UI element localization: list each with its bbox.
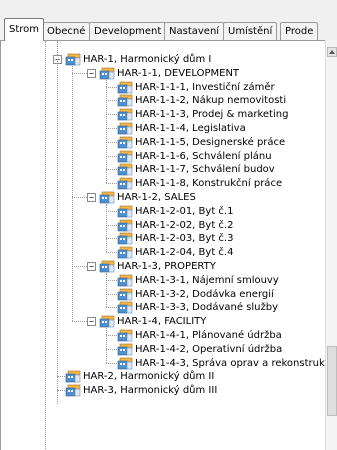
building-icon [117,163,133,176]
building-icon [117,122,133,135]
tree-connector-horizontal [106,114,117,116]
tree-connector-horizontal [106,100,117,102]
tree-connector-vertical [106,204,107,253]
tree-connector-horizontal [106,128,117,129]
tree-connector-vertical [72,66,73,322]
tree-connector-horizontal [72,321,87,323]
building-icon [99,260,115,273]
tree-connector-horizontal [106,155,117,157]
tree-node-label: HAR-3, Harmonický dům III [83,385,218,397]
tree-node-label: HAR-2, Harmonický dům II [83,371,215,383]
tree-connector-horizontal [106,348,117,350]
tab-strom[interactable]: Strom [4,18,45,41]
building-icon [117,136,133,149]
building-icon [65,384,81,397]
tree-node-label: HAR-1-3, PROPERTY [117,261,216,272]
building-icon [117,274,133,287]
tree-node-label: HAR-1-2, SALES [117,192,196,203]
building-icon [117,329,133,342]
tree-connector-horizontal [106,252,117,254]
building-icon [117,246,133,259]
tab-prode[interactable]: Prode [280,22,319,40]
tree-connector-horizontal [72,266,87,267]
tree-node-label: HAR-1-2-02, Byt č.2 [135,219,234,231]
tree-connector-horizontal [106,279,117,281]
tree-connector-horizontal [106,224,117,226]
tree-node-label: HAR-1-1-8, Konstrukční práce [135,178,283,190]
tree-node-label: HAR-1-2-04, Byt č.4 [135,247,234,259]
project-tree[interactable]: − HAR-1, Harmonický dům I − HAR-1-1, DEVELO… [1,41,330,450]
tab-bar: Strom Obecné Development Nastavení Umíst… [0,0,337,41]
group-collapse-toggle[interactable]: − [87,193,96,202]
tree-connector-horizontal [106,169,117,171]
building-icon [117,219,133,232]
building-icon [99,67,115,80]
building-icon [117,150,133,163]
building-icon [117,301,133,314]
tree-node-label: HAR-1-1-4, Legislativa [135,123,246,134]
building-icon [117,108,133,121]
tree-connector-vertical [45,41,46,450]
tree-node-label: HAR-1-4-2, Operativní údržba [135,343,283,355]
tree-connector-horizontal [106,307,117,309]
tree-connector-horizontal [106,335,117,336]
group-collapse-toggle[interactable]: − [87,68,96,78]
tree-node-label: HAR-1-3-2, Dodávka energií [135,288,274,300]
tree-node-label: HAR-1-1-1, Investiční záměr [135,81,275,93]
tree-connector-horizontal [72,197,87,198]
tree-node-label: HAR-1-1-5, Designerské práce [135,136,286,148]
building-icon [117,81,133,94]
building-icon [65,370,81,383]
building-icon [117,357,133,370]
tree-node-label: HAR-1-4, FACILITY [117,316,207,328]
scrollbar-thumb[interactable] [327,346,337,416]
tree-connector-vertical [57,59,58,404]
tree-connector-horizontal [57,390,65,392]
tree-node-label: HAR-1-4-1, Plánované údržba [135,330,282,341]
tree-connector-vertical [106,273,107,308]
tab-nastaveni[interactable]: Nastavení [164,22,225,40]
tree-panel: − HAR-1, Harmonický dům I − HAR-1-1, DEVELO… [0,40,337,450]
tree-node-label: HAR-1-4-3, Správa oprav a rekonstrukc [135,357,331,369]
tree-connector-horizontal [106,141,117,143]
tree-connector-vertical [106,79,107,184]
tree-node-label: HAR-1-1-2, Nákup nemovitosti [135,95,287,107]
tree-connector-horizontal [106,183,117,185]
tree-connector-horizontal [106,293,117,295]
building-icon [117,232,133,245]
tree-node-label: HAR-1-3-3, Dodávané služby [135,302,279,314]
tree-node-label: HAR-1-2-01, Byt č.1 [135,205,234,217]
tree-node-label: HAR-1-2-03, Byt č.3 [135,233,234,245]
tree-connector-horizontal [106,210,117,212]
building-icon [117,205,133,218]
building-icon [99,191,115,204]
tab-development[interactable]: Development [89,22,167,40]
building-icon [65,53,81,66]
tree-node-label: HAR-1-1-7, Schválení budov [135,164,275,176]
tree-connector-horizontal [72,72,87,74]
tree-node-label: HAR-1-1-6, Schválení plánu [135,150,272,162]
tree-node-label: HAR-1-1-3, Prodej & marketing [135,109,289,121]
building-icon [117,94,133,107]
tree-connector-vertical [106,328,107,363]
group-collapse-toggle[interactable]: − [87,317,96,327]
vertical-scrollbar[interactable] [325,40,337,450]
tree-connector-horizontal [106,238,117,240]
building-icon [117,177,133,190]
tree-connector-horizontal [106,86,117,88]
tree-node-label: HAR-1-1, DEVELOPMENT [117,67,240,79]
building-icon [117,288,133,301]
group-collapse-toggle[interactable]: − [87,262,96,271]
tab-umisteni[interactable]: Umístění [223,22,278,40]
building-icon [117,343,133,356]
scroll-up-icon[interactable] [327,47,337,57]
tree-connector-horizontal [106,362,117,364]
tree-connector-horizontal [57,376,65,378]
tab-obecne[interactable]: Obecné [42,22,91,40]
building-icon [99,315,115,328]
tree-node-label: HAR-1, Harmonický dům I [83,54,212,65]
tree-node-label: HAR-1-3-1, Nájemní smlouvy [135,274,279,286]
